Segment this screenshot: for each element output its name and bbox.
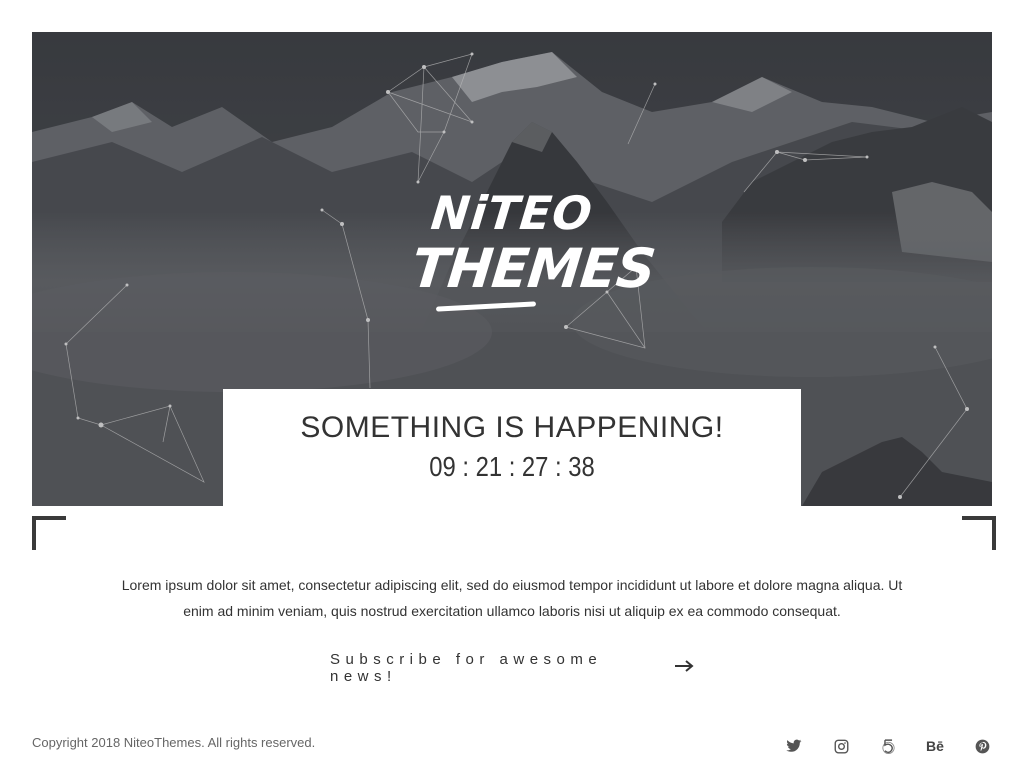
countdown-timer: 09 : 21 : 27 : 38: [429, 451, 595, 482]
logo-underline: [435, 301, 537, 312]
subscribe-label: Subscribe for awesome news!: [330, 651, 603, 685]
instagram-icon[interactable]: [831, 736, 851, 756]
headline: SOMETHING IS HAPPENING!: [300, 411, 724, 444]
logo-line1: NiTEO: [428, 186, 596, 240]
corner-bracket-right: [962, 516, 996, 550]
500px-icon[interactable]: [878, 736, 898, 756]
countdown-card: SOMETHING IS HAPPENING! 09 : 21 : 27 : 3…: [223, 389, 801, 506]
copyright-text: Copyright 2018 NiteoThemes. All rights r…: [32, 735, 316, 750]
twitter-icon[interactable]: [784, 736, 804, 756]
pinterest-icon[interactable]: [972, 736, 992, 756]
corner-bracket-left: [32, 516, 66, 550]
niteo-themes-logo: NiTEO THEMES: [408, 186, 658, 322]
subscribe-link[interactable]: Subscribe for awesome news!: [330, 651, 694, 685]
description-text: Lorem ipsum dolor sit amet, consectetur …: [121, 577, 903, 619]
social-links: Bē: [784, 735, 992, 757]
behance-icon[interactable]: Bē: [925, 736, 945, 756]
logo-line2: THEMES: [408, 237, 658, 300]
arrow-right-icon: [674, 659, 694, 677]
